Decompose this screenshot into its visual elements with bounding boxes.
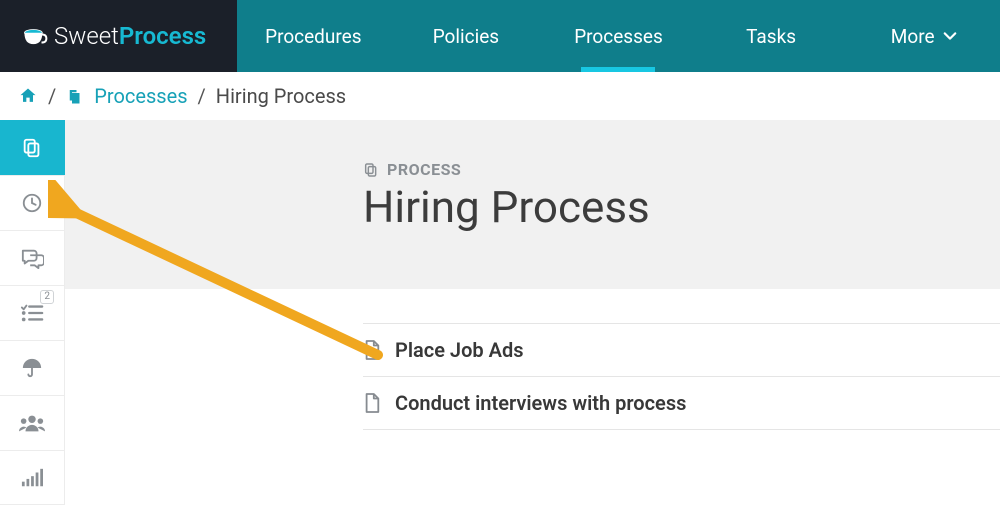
cup-icon [22,23,48,49]
kicker: PROCESS [363,160,1000,179]
main: PROCESS Hiring Process Place Job Ads Con… [65,120,1000,509]
side-team[interactable] [0,395,65,450]
side-coverage[interactable] [0,340,65,395]
brand[interactable]: SweetProcess [0,0,237,72]
bars-icon [21,468,43,488]
body: 2 [0,120,1000,509]
nav-tasks[interactable]: Tasks [695,0,848,72]
chat-icon [20,247,44,269]
step-item[interactable]: Place Job Ads [363,323,1000,377]
people-icon [19,413,45,433]
home-icon[interactable] [18,86,38,106]
breadcrumb-sep: / [198,84,206,108]
breadcrumb-current: Hiring Process [216,84,346,108]
primary-nav: Procedures Policies Processes Tasks More [237,0,1000,72]
clock-icon [21,192,43,214]
breadcrumb-sep: / [48,84,56,108]
side-comments[interactable] [0,230,65,285]
step-item[interactable]: Conduct interviews with process [363,377,1000,430]
copy-icon [66,87,84,105]
nav-procedures[interactable]: Procedures [237,0,390,72]
document-icon [363,339,381,361]
copy-icon [363,162,379,178]
step-label: Conduct interviews with process [395,391,686,415]
nav-policies[interactable]: Policies [390,0,543,72]
side-badge: 2 [40,290,54,304]
side-history[interactable] [0,175,65,230]
checklist-icon [20,303,44,323]
brand-text: SweetProcess [54,22,206,50]
topbar: SweetProcess Procedures Policies Process… [0,0,1000,72]
chevron-down-icon [943,29,957,43]
nav-processes[interactable]: Processes [542,0,695,72]
side-tasks[interactable]: 2 [0,285,65,340]
side-docs[interactable] [0,120,65,175]
page-title: Hiring Process [363,181,1000,233]
breadcrumb: / Processes / Hiring Process [0,72,1000,120]
brand-logo: SweetProcess [22,22,206,50]
side-stats[interactable] [0,450,65,505]
side-rail: 2 [0,120,65,509]
umbrella-icon [21,357,43,379]
hero: PROCESS Hiring Process [65,120,1000,289]
document-icon [363,392,381,414]
step-label: Place Job Ads [395,338,524,362]
copy-icon [21,137,43,159]
breadcrumb-processes[interactable]: Processes [94,84,187,108]
nav-more[interactable]: More [847,0,1000,72]
steps-list: Place Job Ads Conduct interviews with pr… [363,323,1000,430]
